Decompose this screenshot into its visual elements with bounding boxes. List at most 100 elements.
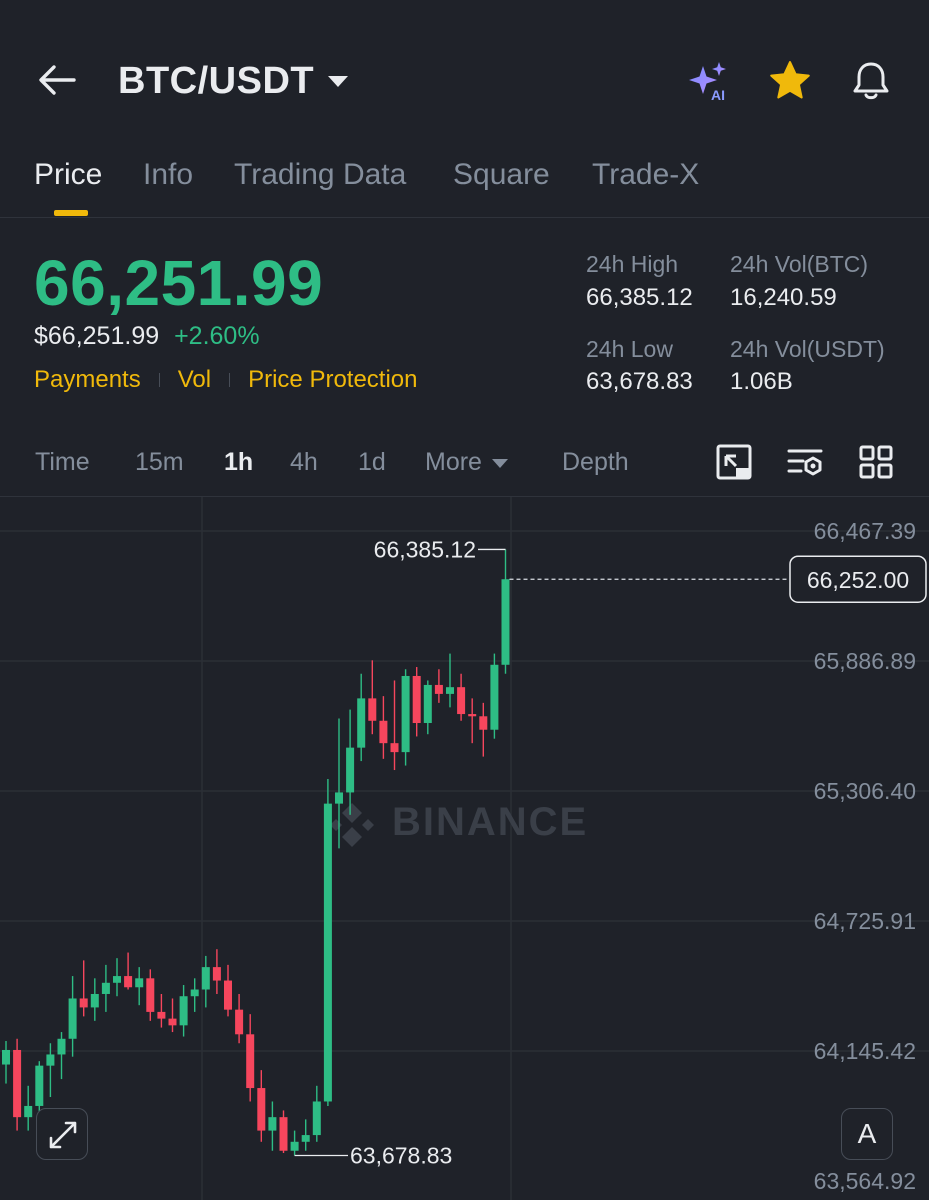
usd-price: $66,251.99 <box>34 322 160 350</box>
candle-body <box>490 664 499 730</box>
candle-body <box>279 1117 288 1151</box>
star-icon[interactable] <box>767 58 813 104</box>
price-protection-link[interactable]: Price Protection <box>248 366 417 394</box>
caret-down-icon <box>491 458 508 468</box>
fullscreen-button[interactable] <box>36 1108 88 1160</box>
candle-body <box>24 1105 33 1118</box>
chart-watermark: BINANCE <box>392 800 588 844</box>
candle-body <box>479 716 488 730</box>
vol-usdt-value: 1.06B <box>730 368 793 395</box>
price-change-percent: +2.60% <box>174 322 260 350</box>
candle-body <box>346 747 355 793</box>
candle-body <box>501 579 510 665</box>
last-price: 66,251.99 <box>34 247 324 319</box>
chart-expand-icon[interactable] <box>714 442 754 482</box>
timeframe-1h[interactable]: 1h <box>224 448 253 477</box>
y-tick-label: 65,886.89 <box>814 648 916 674</box>
candle-body <box>335 792 343 804</box>
candle-body <box>68 998 77 1039</box>
y-tick-label: 66,467.39 <box>814 518 916 544</box>
candle-body <box>57 1038 66 1055</box>
candle-body <box>168 1018 177 1026</box>
price-links: Payments Vol Price Protection <box>34 366 418 394</box>
candle-body <box>268 1117 277 1131</box>
candle-body <box>412 675 421 724</box>
y-tick-label: 64,145.42 <box>814 1038 916 1064</box>
candle-body <box>357 698 366 748</box>
candle-body <box>235 1009 244 1035</box>
caret-down-icon <box>328 76 349 87</box>
candle-body <box>224 980 232 1010</box>
timeframe-4h[interactable]: 4h <box>290 448 318 477</box>
candle-body <box>79 998 88 1008</box>
candle-body <box>212 967 221 981</box>
tab-trade-x[interactable]: Trade-X <box>592 158 699 192</box>
link-divider <box>229 373 231 387</box>
candle-body <box>113 976 121 983</box>
timeframe-bar: Time 15m 1h 4h 1d More Depth <box>0 440 929 490</box>
high-marker-label: 66,385.12 <box>374 536 476 562</box>
candle-body <box>390 743 399 753</box>
vol-link[interactable]: Vol <box>178 366 211 394</box>
candle-body <box>434 684 443 694</box>
more-timeframes-dropdown[interactable]: More <box>425 448 508 477</box>
candle-body <box>157 1011 166 1019</box>
candle-body <box>190 989 199 997</box>
y-tick-label: 63,564.92 <box>814 1168 916 1194</box>
candle-body <box>312 1101 321 1136</box>
candle-body <box>246 1034 255 1089</box>
binance-logo-watermark <box>330 803 374 847</box>
active-tab-indicator <box>54 210 88 216</box>
low-marker-label: 63,678.83 <box>350 1142 452 1168</box>
tab-trading-data[interactable]: Trading Data <box>234 158 406 192</box>
link-divider <box>158 373 160 387</box>
high-24h-label: 24h High <box>586 251 679 277</box>
candle-body <box>401 675 410 753</box>
candle-body <box>13 1049 22 1118</box>
candle-body <box>423 684 432 724</box>
tab-price[interactable]: Price <box>34 158 102 192</box>
candle-body <box>146 978 155 1012</box>
ai-sparkle-icon[interactable]: AI <box>686 58 732 104</box>
tab-info[interactable]: Info <box>143 158 193 192</box>
timeframe-1d[interactable]: 1d <box>358 448 386 477</box>
candle-body <box>301 1135 310 1142</box>
depth-tab[interactable]: Depth <box>562 448 629 477</box>
payments-link[interactable]: Payments <box>34 366 141 394</box>
bell-icon[interactable] <box>848 58 894 104</box>
candle-body <box>201 967 210 990</box>
candle-body <box>124 976 133 988</box>
auto-scale-button[interactable]: A <box>841 1108 893 1160</box>
candlestick-chart[interactable]: BINANCE 66,467.39 65,886.89 65,306.40 64,72… <box>0 497 929 1200</box>
vol-btc-label: 24h Vol(BTC) <box>730 251 869 277</box>
high-24h-value: 66,385.12 <box>586 284 693 311</box>
y-tick-label: 64,725.91 <box>814 908 916 934</box>
candle-body <box>101 982 110 994</box>
y-tick-label: 65,306.40 <box>814 778 916 804</box>
timeframe-15m[interactable]: 15m <box>135 448 184 477</box>
pair-selector[interactable]: BTC/USDT <box>118 60 349 103</box>
candle-body <box>179 996 188 1026</box>
candle-body <box>35 1065 44 1106</box>
timeframe-time[interactable]: Time <box>35 448 90 477</box>
ai-badge: AI <box>711 87 725 103</box>
top-bar: BTC/USDT AI <box>0 40 929 120</box>
candle-body <box>468 714 477 717</box>
candle-body <box>368 698 377 721</box>
tab-square[interactable]: Square <box>453 158 550 192</box>
vol-btc-value: 16,240.59 <box>730 284 837 311</box>
price-usd-row: $66,251.99 +2.60% <box>34 322 260 351</box>
indicator-settings-icon[interactable] <box>785 442 825 482</box>
current-price-label: 66,252.00 <box>807 567 909 593</box>
grid-layout-icon[interactable] <box>856 442 896 482</box>
candle-body <box>457 687 466 715</box>
back-arrow-icon[interactable] <box>36 58 80 102</box>
candle-body <box>90 993 99 1008</box>
more-label: More <box>425 448 482 476</box>
low-24h-label: 24h Low <box>586 336 673 362</box>
low-24h-value: 63,678.83 <box>586 368 693 395</box>
tab-bar: Price Info Trading Data Square Trade-X <box>0 150 929 218</box>
candle-body <box>257 1088 266 1131</box>
vol-usdt-label: 24h Vol(USDT) <box>730 336 885 362</box>
candle-body <box>135 978 144 988</box>
